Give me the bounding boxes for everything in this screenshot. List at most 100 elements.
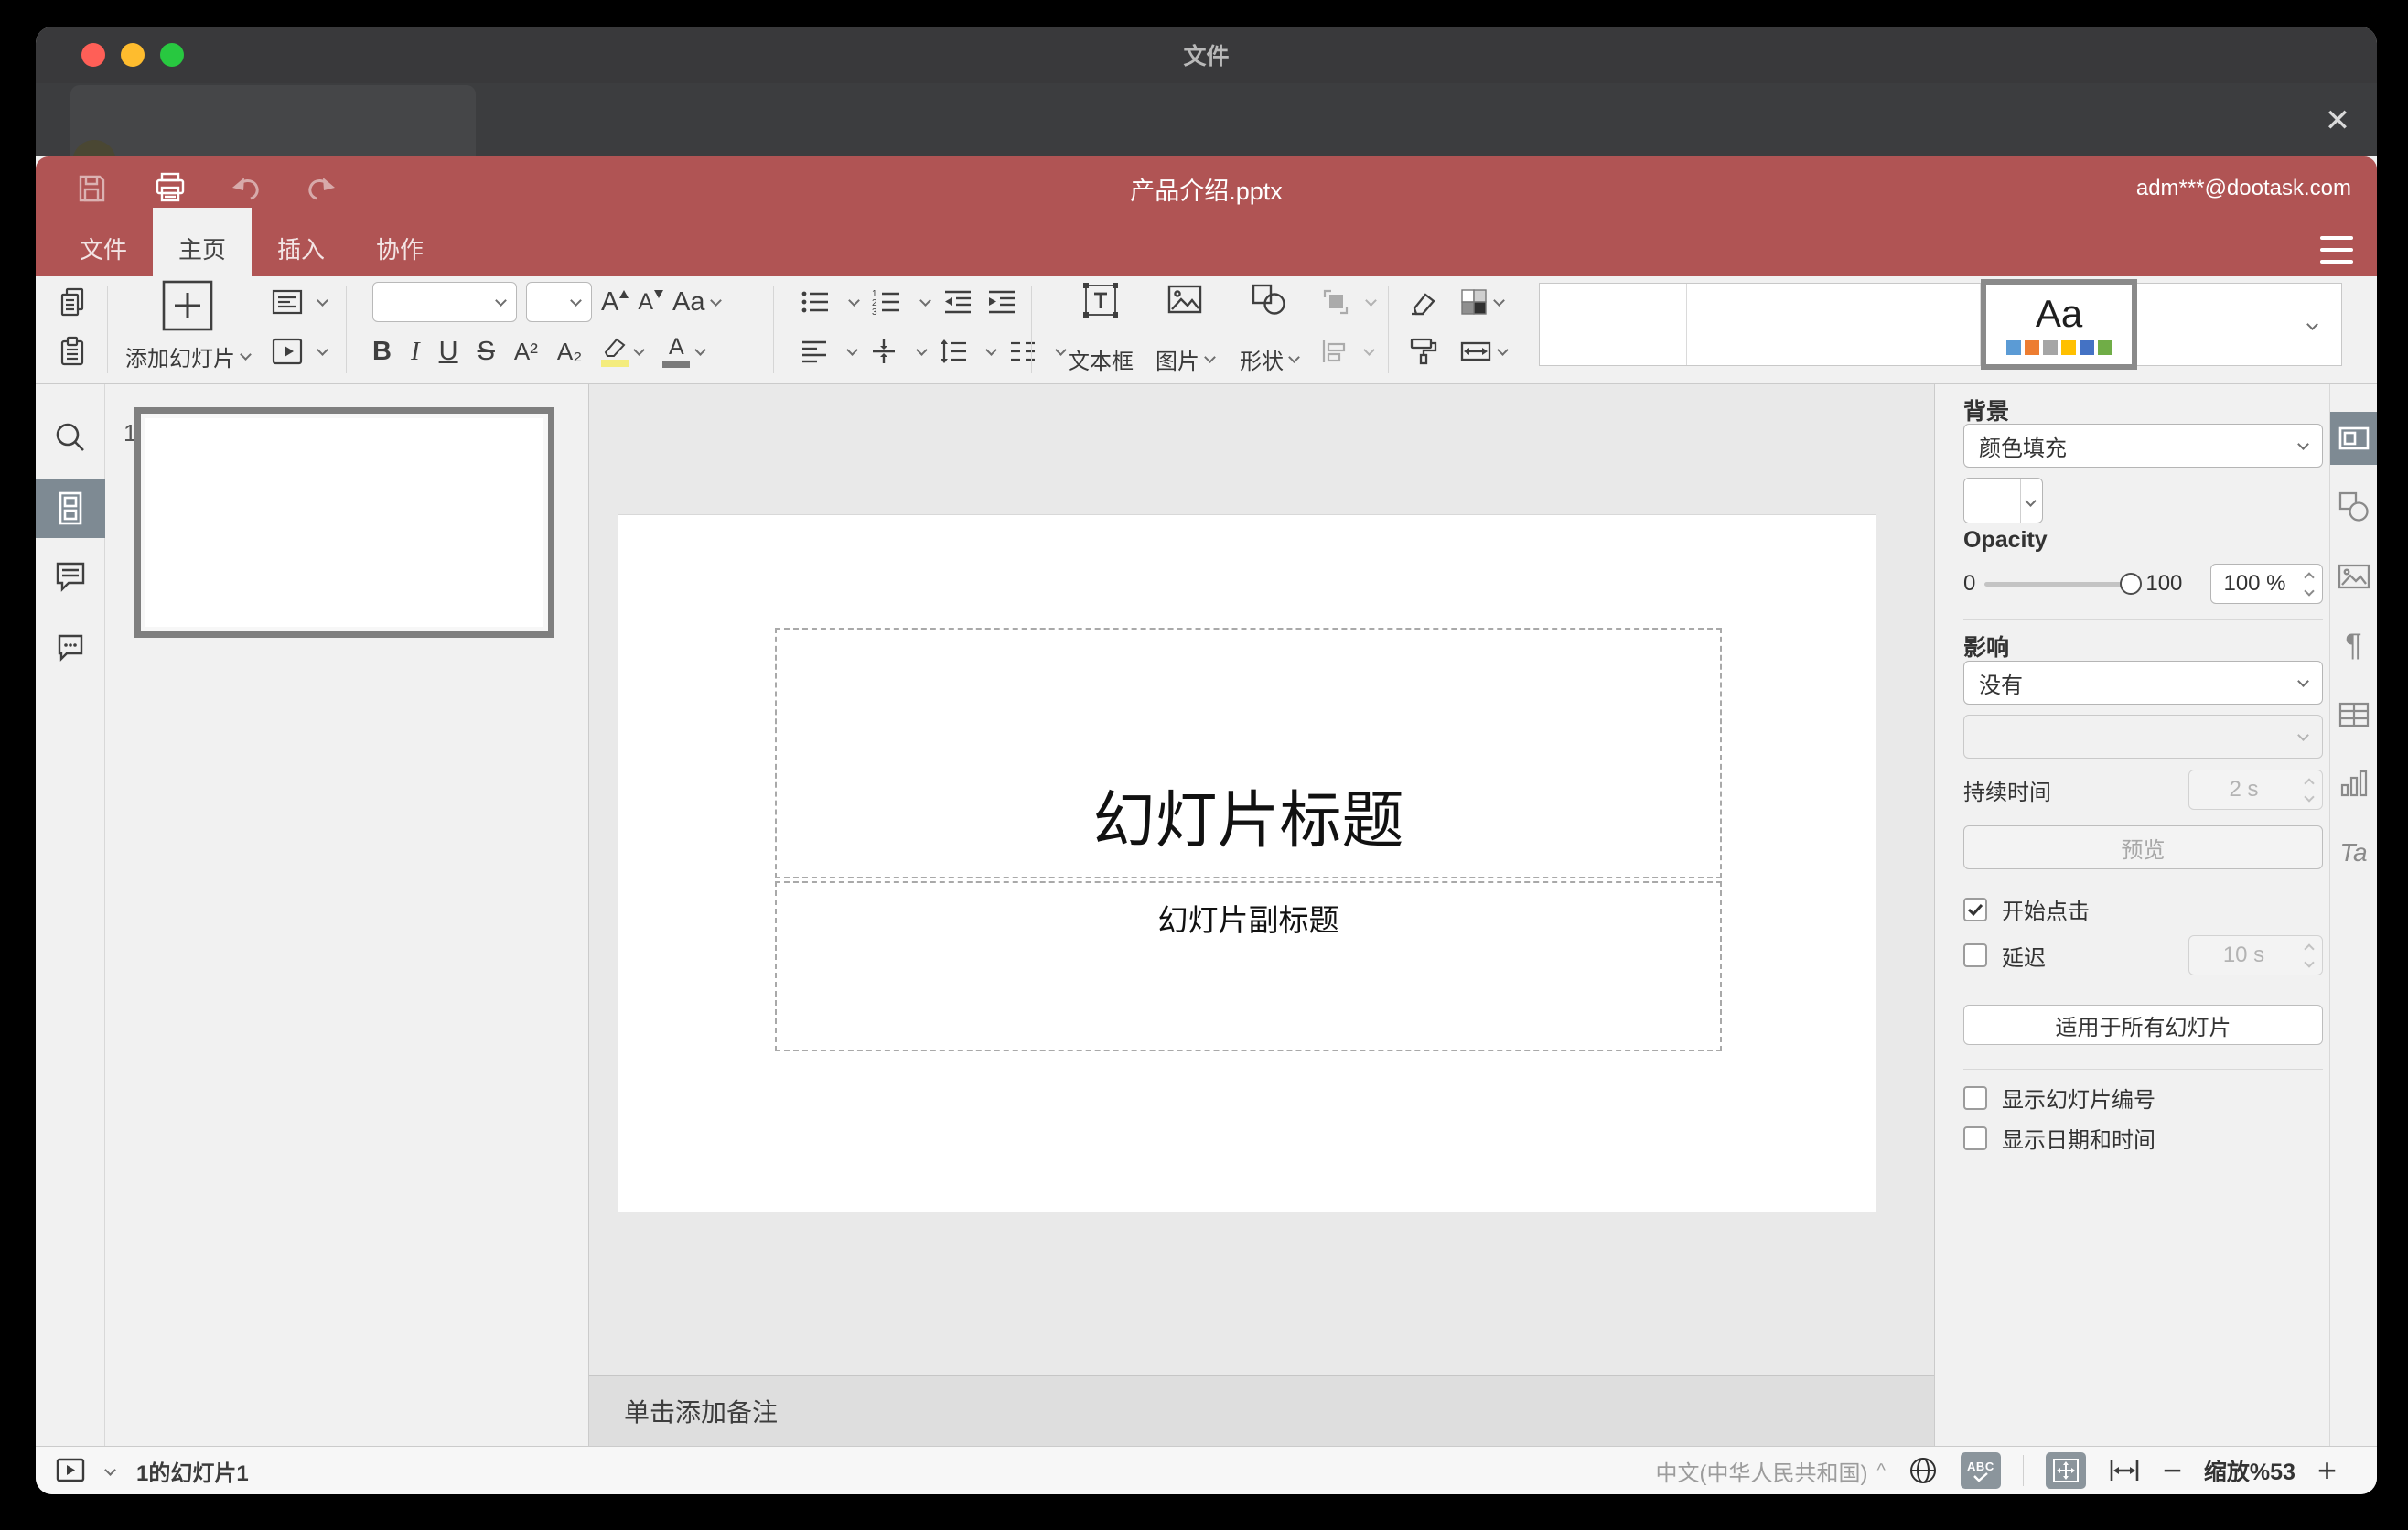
set-language-button[interactable] [1908,1455,1939,1486]
apply-to-all-button[interactable]: 适用于所有幻灯片 [1963,1005,2323,1045]
background-color-picker[interactable] [1963,478,2043,523]
zoom-window-button[interactable] [160,43,184,67]
language-selector[interactable]: 中文(中华人民共和国) ^ [1656,1455,1886,1487]
columns-button[interactable] [1008,338,1037,365]
superscript-button[interactable]: A² [514,339,538,363]
start-on-click-checkbox[interactable] [1963,897,1987,921]
tab-home[interactable]: 主页 [153,208,253,276]
add-slide-button[interactable]: 添加幻灯片 [110,280,265,372]
color-scheme-button[interactable] [1459,287,1505,317]
delay-row: 延迟 10 s [1963,935,2323,975]
theme-gallery-expand-button[interactable] [2284,284,2341,365]
theme-option-3[interactable] [1833,284,1981,365]
bold-button[interactable]: B [372,338,392,365]
show-slide-number-row: 显示幻灯片编号 [1963,1082,2323,1114]
fit-to-width-button[interactable] [2108,1457,2141,1484]
paste-button[interactable] [57,336,88,367]
notes-area[interactable]: 单击添加备注 [589,1375,1934,1446]
strikethrough-button[interactable]: S [478,338,495,365]
start-preview-button[interactable] [56,1458,87,1483]
show-slide-number-checkbox[interactable] [1963,1085,1987,1110]
palette-swatch [2060,339,2076,355]
chevron-down-icon[interactable] [317,343,328,356]
chat-button[interactable] [36,618,105,676]
image-settings-tab[interactable] [2330,550,2377,603]
slide-settings-icon [2338,426,2369,450]
line-spacing-button[interactable] [939,338,968,365]
tab-file[interactable]: 文件 [54,221,153,276]
menu-icon[interactable] [2320,236,2353,264]
paragraph-settings-tab[interactable]: ¶ [2330,619,2377,672]
textart-icon: Ta [2339,838,2368,867]
font-name-select[interactable] [372,282,517,322]
highlight-color-button[interactable] [601,336,646,367]
insert-image-button[interactable]: 图片 [1143,276,1227,377]
clear-style-button[interactable] [1408,287,1439,317]
slider-thumb[interactable] [2120,572,2143,595]
textart-settings-tab[interactable]: Ta [2330,826,2377,879]
chevron-down-icon[interactable] [104,1463,116,1476]
insert-textbox-button[interactable]: 文本框 [1059,276,1143,377]
opacity-slider[interactable] [1984,572,2143,595]
table-settings-tab[interactable] [2330,688,2377,741]
start-slideshow-button[interactable] [272,337,303,366]
minimize-window-button[interactable] [121,43,145,67]
increase-font-button[interactable]: A [601,288,629,316]
font-color-button[interactable]: A [662,335,707,368]
close-editor-icon[interactable]: ✕ [2322,105,2353,136]
tab-insert[interactable]: 插入 [252,221,350,276]
align-shapes-button[interactable] [1320,338,1349,365]
zoom-in-button[interactable]: + [2317,1454,2337,1487]
spellcheck-button[interactable]: ABC [1960,1452,2001,1489]
slides-panel-button[interactable] [36,479,105,538]
show-date-time-checkbox[interactable] [1963,1126,1987,1150]
zoom-out-button[interactable]: − [2163,1454,2182,1487]
spinner-arrows-icon[interactable] [2304,565,2315,603]
preview-button[interactable]: 预览 [1963,825,2323,869]
effect-type-select[interactable] [1963,715,2323,759]
decrease-indent-button[interactable] [942,287,973,317]
theme-option-5[interactable] [2137,284,2284,365]
subtitle-placeholder[interactable]: 幻灯片副标题 [775,881,1722,1051]
vertical-align-button[interactable] [869,338,898,365]
subscript-button[interactable]: A₂ [557,339,582,363]
arrange-shapes-button[interactable] [1320,287,1351,317]
increase-indent-button[interactable] [986,287,1017,317]
slide-settings-tab[interactable] [2330,412,2377,465]
tab-collaborate[interactable]: 协作 [350,221,449,276]
shape-settings-tab[interactable] [2330,480,2377,533]
delay-checkbox[interactable] [1963,943,1987,967]
comments-button[interactable] [36,547,105,606]
theme-option-2[interactable] [1687,284,1834,365]
italic-button[interactable]: I [411,338,420,365]
copy-style-button[interactable] [1408,337,1439,366]
delay-value: 10 s [2222,943,2265,967]
opacity-spinner[interactable]: 100 % [2210,564,2323,604]
title-placeholder[interactable]: 幻灯片标题 [775,628,1722,878]
search-button[interactable] [36,408,105,467]
chart-settings-tab[interactable] [2330,757,2377,810]
slide-size-button[interactable] [1459,337,1509,366]
close-window-button[interactable] [81,43,105,67]
decrease-font-button[interactable]: A [638,289,664,314]
theme-option-selected[interactable]: Aa [1980,279,2138,370]
slide-layout-button[interactable] [272,287,303,317]
font-size-select[interactable] [526,282,592,322]
slide[interactable]: 幻灯片标题 幻灯片副标题 [618,514,1876,1212]
insert-shape-button[interactable]: 形状 [1227,276,1311,377]
theme-option-1[interactable] [1540,284,1687,365]
duration-spinner[interactable]: 2 s [2188,770,2323,810]
fit-to-slide-button[interactable] [2045,1452,2086,1489]
chevron-down-icon[interactable] [317,294,328,307]
delay-spinner[interactable]: 10 s [2188,935,2323,975]
copy-button[interactable] [57,286,88,318]
horizontal-align-button[interactable] [800,338,829,365]
background-fill-select[interactable]: 颜色填充 [1963,424,2323,468]
bullet-list-button[interactable] [800,287,831,317]
slide-thumbnail[interactable] [134,407,554,638]
numbered-list-icon: 123 [872,289,899,317]
numbered-list-button[interactable]: 123 [871,287,902,317]
underline-button[interactable]: U [439,338,458,365]
effect-select[interactable]: 没有 [1963,661,2323,705]
change-case-button[interactable]: Aa [672,288,722,316]
